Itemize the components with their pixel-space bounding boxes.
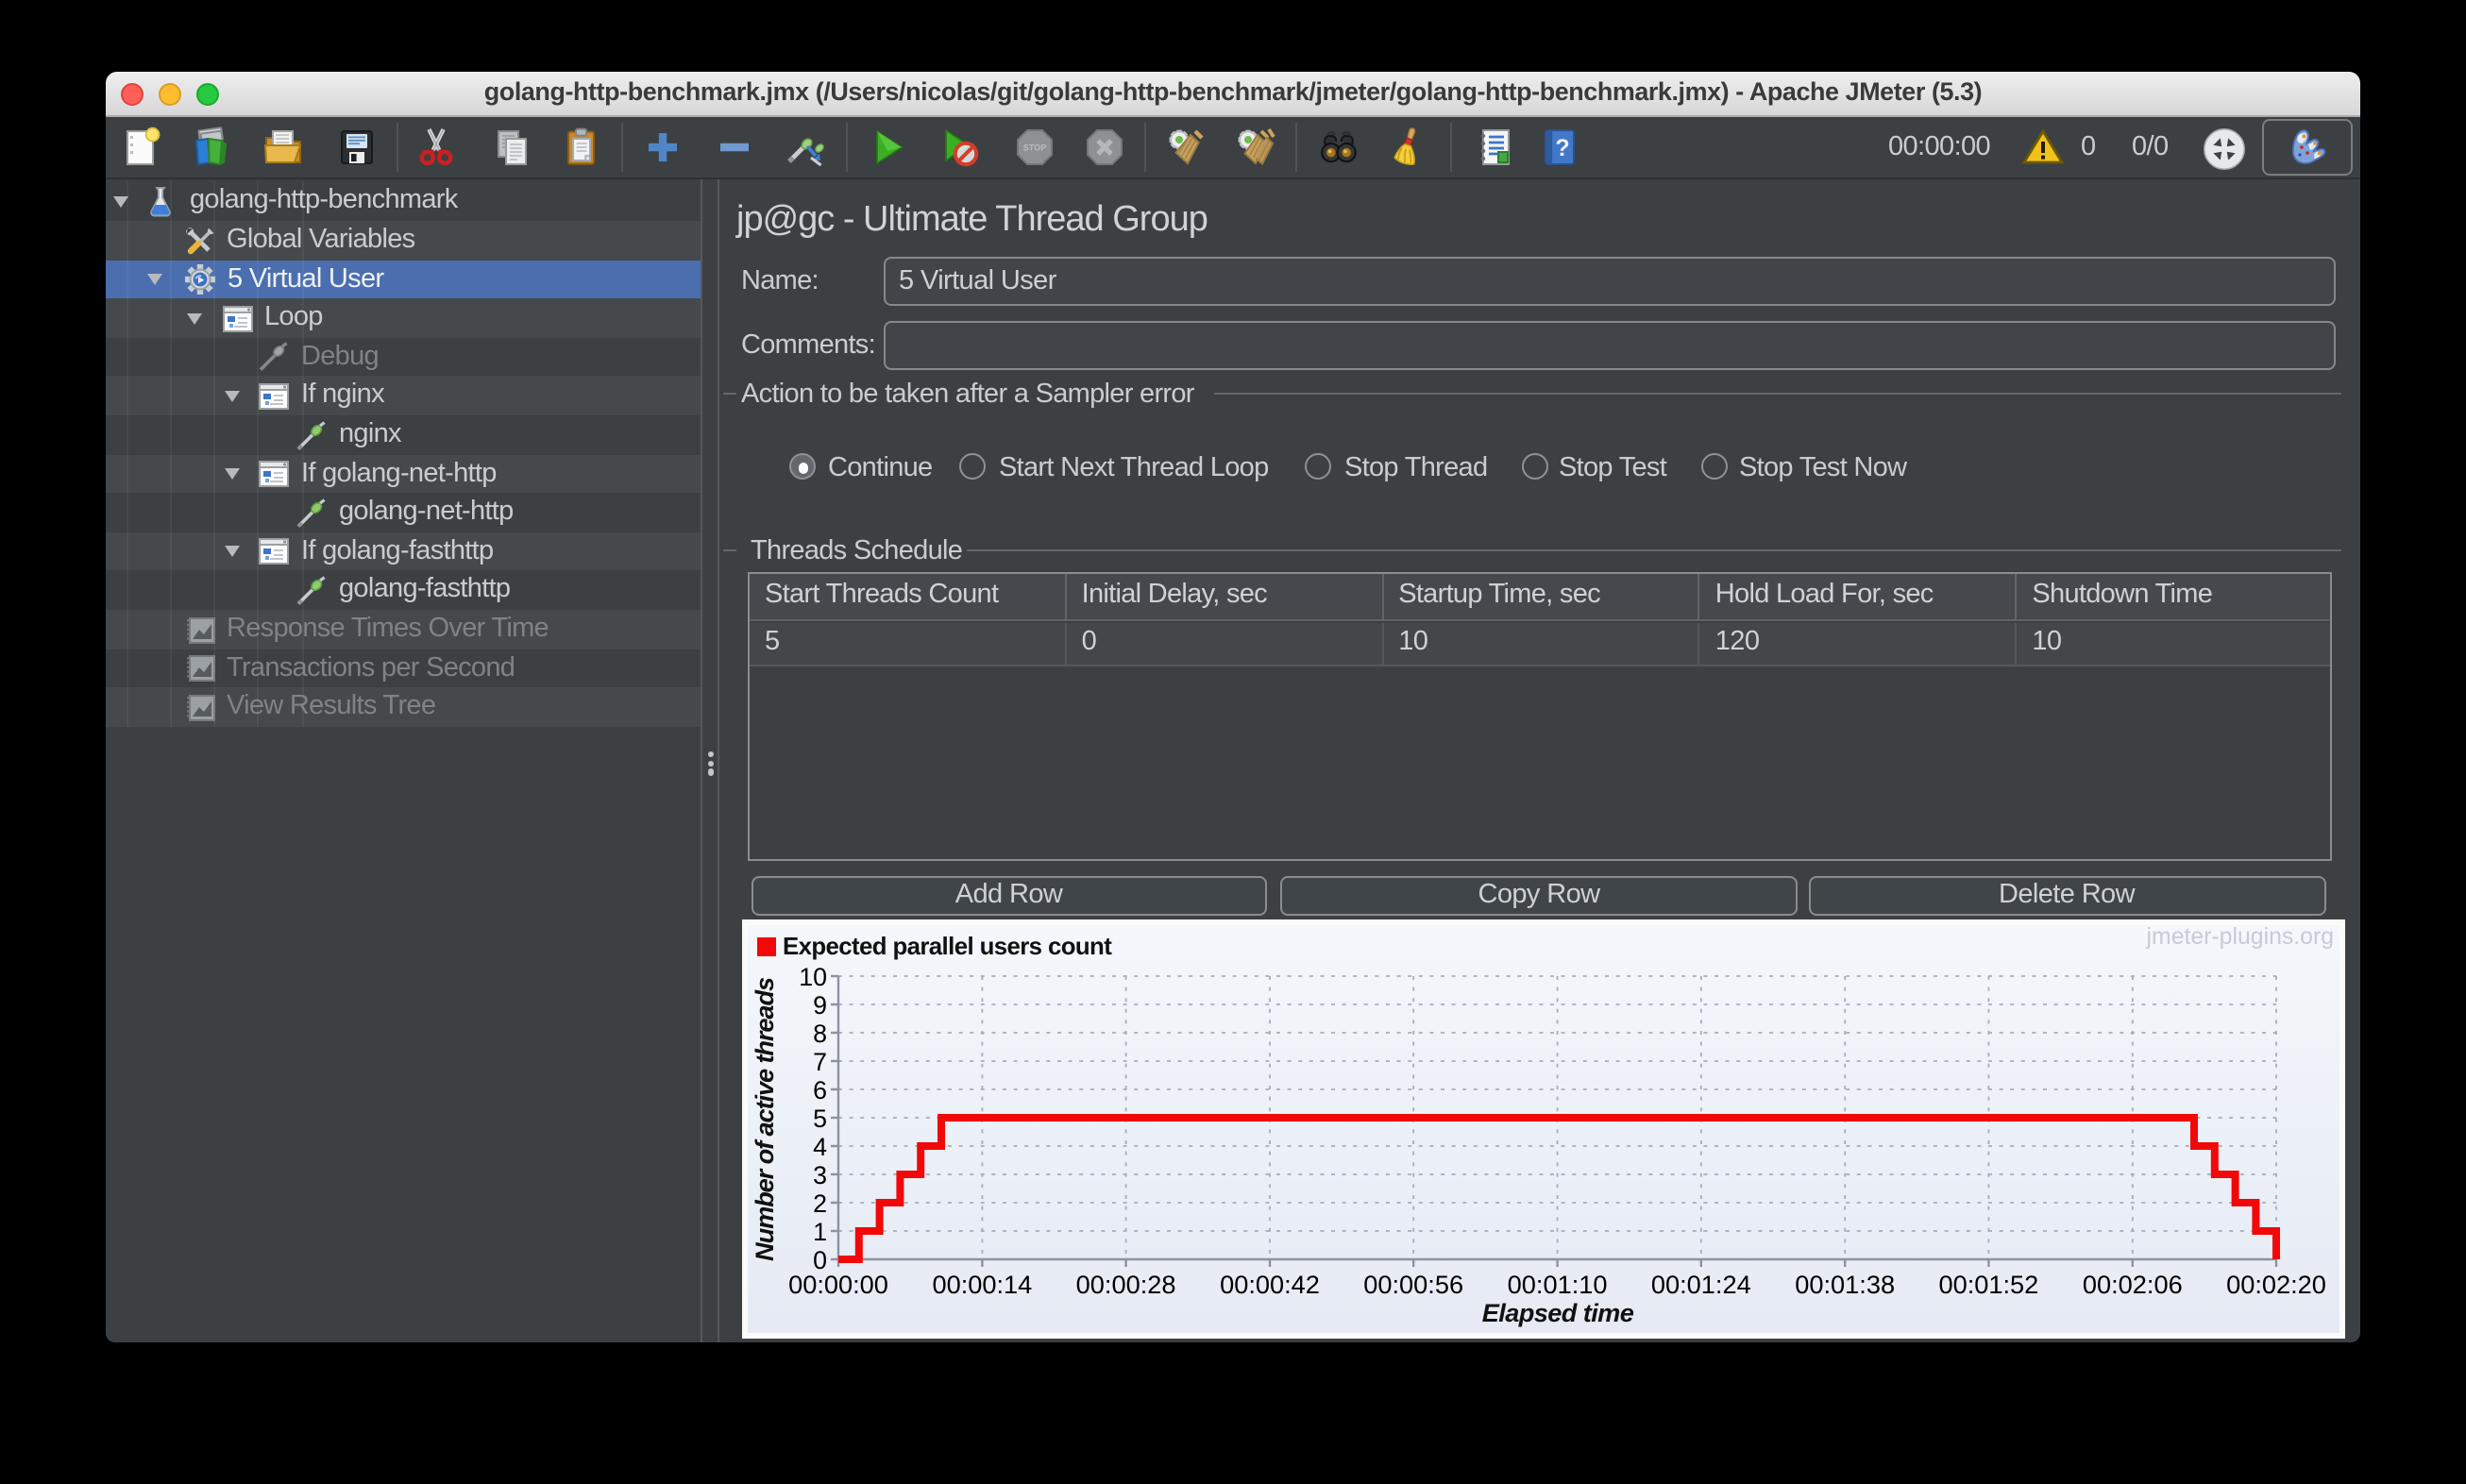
svg-text:9: 9: [813, 991, 827, 1020]
svg-text:00:02:20: 00:02:20: [2226, 1270, 2326, 1299]
svg-text:00:00:00: 00:00:00: [788, 1270, 888, 1299]
svg-text:?: ?: [1555, 135, 1569, 161]
svg-text:00:01:38: 00:01:38: [1795, 1270, 1895, 1299]
svg-text:Number of active threads: Number of active threads: [750, 977, 779, 1261]
svg-text:Expected parallel users count: Expected parallel users count: [783, 934, 1112, 960]
svg-text:1: 1: [813, 1218, 827, 1246]
svg-text:00:01:52: 00:01:52: [1938, 1270, 2038, 1299]
svg-text:00:00:56: 00:00:56: [1363, 1270, 1463, 1299]
svg-text:00:02:06: 00:02:06: [2083, 1270, 2183, 1299]
svg-text:Elapsed time: Elapsed time: [1482, 1298, 1634, 1327]
svg-text:10: 10: [799, 963, 827, 991]
svg-text:3: 3: [813, 1161, 827, 1189]
svg-text:7: 7: [813, 1048, 827, 1076]
svg-text:jmeter-plugins.org: jmeter-plugins.org: [2146, 925, 2334, 950]
svg-text:00:00:42: 00:00:42: [1220, 1270, 1320, 1299]
svg-text:00:00:14: 00:00:14: [932, 1270, 1032, 1299]
svg-text:2: 2: [813, 1189, 827, 1218]
svg-text:00:01:10: 00:01:10: [1508, 1270, 1608, 1299]
svg-text:STOP: STOP: [1022, 143, 1046, 153]
svg-text:00:00:28: 00:00:28: [1076, 1270, 1176, 1299]
svg-text:5: 5: [813, 1105, 827, 1133]
svg-text:4: 4: [813, 1133, 827, 1161]
svg-text:6: 6: [813, 1076, 827, 1105]
svg-text:00:01:24: 00:01:24: [1651, 1270, 1751, 1299]
svg-text:8: 8: [813, 1020, 827, 1048]
